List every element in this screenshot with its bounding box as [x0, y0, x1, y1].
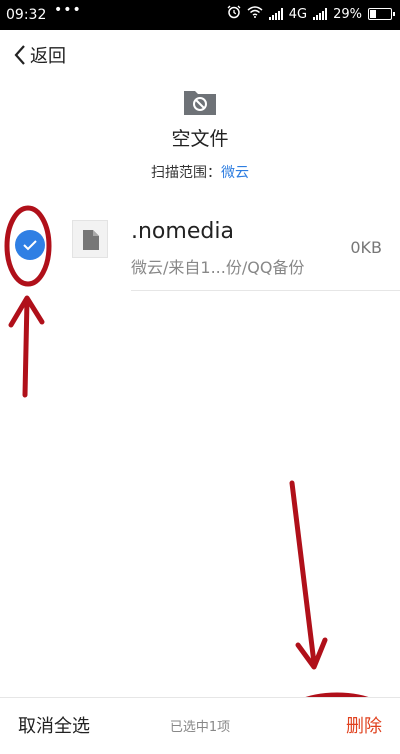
- battery-percent: 29%: [333, 6, 362, 22]
- file-name: .nomedia: [131, 219, 234, 244]
- wifi-icon: [247, 6, 263, 22]
- network-type: 4G: [288, 6, 308, 22]
- delete-button[interactable]: 删除: [346, 712, 382, 738]
- scan-range-link[interactable]: 微云: [221, 165, 249, 181]
- battery-icon: [368, 8, 395, 20]
- page-title: 空文件: [171, 128, 229, 150]
- signal-bars-icon-2: [313, 8, 328, 20]
- annotation-arrow-down: [289, 480, 328, 670]
- scan-range-label: 扫描范围：: [151, 165, 221, 181]
- back-label: 返回: [30, 46, 66, 67]
- status-bar: 09:32 ••• 4G 29%: [0, 0, 400, 30]
- signal-bars-icon: [268, 8, 283, 20]
- alarm-icon: [227, 5, 241, 23]
- file-checkbox[interactable]: [15, 230, 45, 260]
- back-button[interactable]: 返回: [12, 42, 66, 68]
- file-size: 0KB: [350, 238, 382, 257]
- row-divider: [131, 290, 400, 291]
- status-right: 4G 29%: [227, 5, 395, 23]
- chevron-left-icon: [14, 45, 25, 65]
- scan-range: 扫描范围：微云: [0, 162, 400, 182]
- selected-count: 已选中1项: [169, 720, 231, 735]
- file-thumbnail: [72, 220, 108, 258]
- annotation-arrow-up: [8, 295, 45, 398]
- status-time: 09:32: [6, 7, 47, 23]
- notification-dots: •••: [54, 2, 82, 18]
- bottom-action-bar: 取消全选 已选中1项 删除: [0, 697, 400, 754]
- checkmark-icon: [23, 240, 37, 251]
- file-path: 微云/来自1...份/QQ备份: [131, 258, 305, 277]
- blocked-folder-icon: [184, 91, 216, 115]
- document-icon: [83, 230, 99, 250]
